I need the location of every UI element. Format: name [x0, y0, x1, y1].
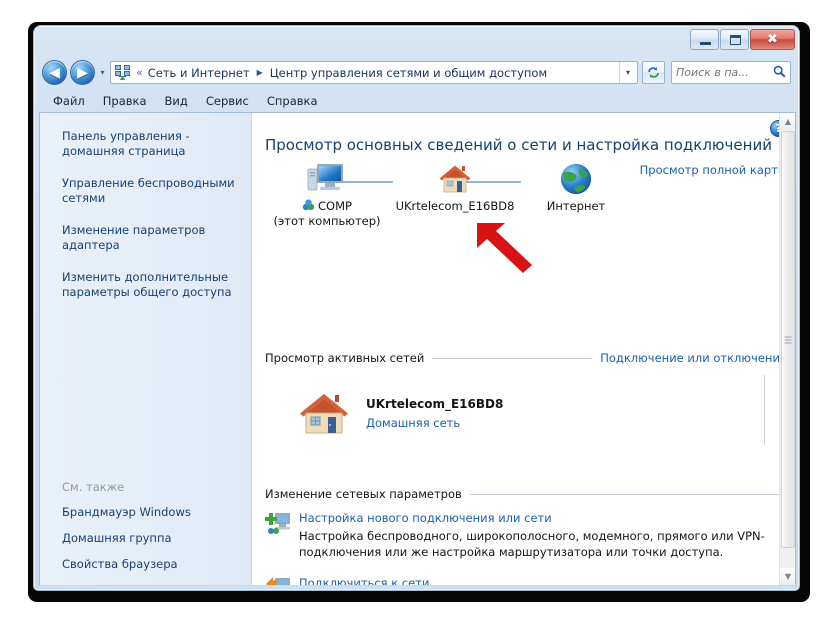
computer-node-label: COMP — [265, 199, 389, 214]
network-node-computer[interactable]: COMP (этот компьютер) — [265, 161, 389, 228]
menu-item-file[interactable]: Файл — [44, 92, 94, 110]
connect-network-icon — [265, 576, 291, 585]
active-network-item: UKrtelecom_E16BD8 Домашняя сеть — [297, 391, 503, 436]
breadcrumb-item-1[interactable]: Центр управления сетями и общим доступом — [270, 66, 547, 80]
heading-rule — [432, 357, 593, 359]
scroll-down-button[interactable]: ▼ — [780, 568, 795, 585]
back-arrow-icon: ◀ — [49, 64, 60, 81]
minimize-icon — [700, 42, 711, 45]
search-input[interactable] — [676, 66, 773, 79]
house-icon — [434, 161, 476, 197]
change-settings-heading: Изменение сетевых параметров — [265, 487, 462, 501]
navigation-bar: ◀ ▶ ▾ « Сеть и Интернет ▶ Центр управлен… — [34, 55, 799, 90]
main-content-pane: ? Просмотр основных сведений о сети и на… — [252, 113, 795, 585]
forward-button[interactable]: ▶ — [70, 60, 95, 85]
maximize-icon — [730, 35, 741, 45]
navigation-sidebar: Панель управления - домашняя страница Уп… — [40, 113, 252, 585]
see-also-title: См. также — [62, 480, 125, 494]
menu-item-view[interactable]: Вид — [156, 92, 197, 110]
vertical-scrollbar[interactable]: ▲ ▼ — [779, 113, 795, 585]
computer-icon — [306, 161, 348, 197]
active-networks-heading: Просмотр активных сетей — [265, 351, 425, 365]
view-full-map-link[interactable]: Просмотр полной карты — [640, 163, 787, 177]
active-network-name: UKrtelecom_E16BD8 — [366, 397, 504, 411]
forward-arrow-icon: ▶ — [77, 64, 88, 81]
scrollbar-thumb[interactable] — [781, 131, 795, 548]
address-bar[interactable]: « Сеть и Интернет ▶ Центр управления сет… — [110, 61, 638, 84]
back-button[interactable]: ◀ — [42, 60, 67, 85]
refresh-icon — [648, 67, 659, 78]
router-node-label: UKrtelecom_E16BD8 — [395, 199, 515, 213]
network-control-panel-icon — [114, 65, 131, 80]
scroll-up-button[interactable]: ▲ — [780, 113, 795, 130]
network-node-internet[interactable]: Интернет — [521, 161, 631, 213]
see-also-item-homegroup[interactable]: Домашняя группа — [62, 531, 242, 545]
breadcrumb: « Сеть и Интернет ▶ Центр управления сет… — [134, 66, 619, 80]
address-dropdown-icon[interactable]: ▾ — [619, 62, 636, 83]
close-icon: ✖ — [767, 32, 778, 47]
network-node-router[interactable]: UKrtelecom_E16BD8 — [393, 161, 517, 213]
see-also-item-internet-options[interactable]: Свойства браузера — [62, 557, 242, 571]
breadcrumb-overflow-icon[interactable]: « — [136, 66, 143, 79]
breadcrumb-item-0[interactable]: Сеть и Интернет — [148, 66, 250, 80]
sidebar-item-change-adapter-settings[interactable]: Изменение параметров адаптера — [62, 223, 237, 253]
client-area: Панель управления - домашняя страница Уп… — [39, 112, 796, 586]
minimize-button[interactable] — [690, 29, 719, 50]
maximize-button[interactable] — [720, 29, 749, 50]
search-box[interactable] — [671, 61, 791, 84]
search-icon — [773, 65, 786, 81]
heading-rule — [469, 493, 779, 495]
close-button[interactable]: ✖ — [750, 29, 795, 50]
change-settings-heading-row: Изменение сетевых параметров — [265, 487, 787, 501]
details-divider — [764, 375, 765, 445]
computer-node-sublabel: (этот компьютер) — [273, 214, 381, 228]
menu-item-edit[interactable]: Правка — [94, 92, 156, 110]
breadcrumb-separator-icon: ▶ — [256, 68, 263, 77]
network-tasks-list: Настройка нового подключения или сети На… — [265, 511, 789, 585]
task-body: Подключиться к сети Подключение или повт… — [299, 576, 789, 585]
active-network-type-link[interactable]: Домашняя сеть — [366, 416, 503, 430]
sidebar-item-control-panel-home[interactable]: Панель управления - домашняя страница — [62, 129, 237, 159]
menu-bar: Файл Правка Вид Сервис Справка — [34, 90, 799, 112]
sidebar-item-change-advanced-sharing-settings[interactable]: Изменить дополнительные параметры общего… — [62, 270, 237, 300]
task-desc-setup-new-connection: Настройка беспроводного, широкополосного… — [299, 529, 765, 559]
see-also-item-windows-firewall[interactable]: Брандмауэр Windows — [62, 505, 242, 519]
active-networks-heading-row: Просмотр активных сетей Подключение или … — [265, 351, 787, 365]
task-body: Настройка нового подключения или сети На… — [299, 511, 789, 560]
sidebar-item-manage-wireless-networks[interactable]: Управление беспроводными сетями — [62, 176, 237, 206]
task-setup-new-connection[interactable]: Настройка нового подключения или сети На… — [265, 511, 789, 560]
connect-or-disconnect-link[interactable]: Подключение или отключение — [600, 351, 787, 365]
active-network-text: UKrtelecom_E16BD8 Домашняя сеть — [366, 397, 503, 430]
see-also-section: См. также Брандмауэр Windows Домашняя гр… — [62, 480, 242, 573]
refresh-button[interactable] — [642, 61, 665, 84]
internet-node-label: Интернет — [546, 199, 606, 213]
title-bar: ✖ — [34, 26, 799, 55]
task-title-setup-new-connection[interactable]: Настройка нового подключения или сети — [299, 511, 789, 525]
task-title-connect-to-network[interactable]: Подключиться к сети — [299, 576, 789, 585]
recent-pages-button[interactable]: ▾ — [95, 63, 110, 83]
page-title: Просмотр основных сведений о сети и наст… — [265, 136, 772, 154]
new-connection-icon — [265, 511, 291, 535]
homegroup-small-icon — [302, 199, 315, 214]
explorer-window: ✖ ◀ ▶ ▾ « Сеть и Интернет ▶ Центр управл… — [33, 25, 800, 591]
menu-item-help[interactable]: Справка — [258, 92, 327, 110]
window-controls: ✖ — [689, 29, 795, 50]
scrollbar-grip-icon — [784, 336, 792, 343]
status-strip — [39, 585, 796, 588]
task-connect-to-network[interactable]: Подключиться к сети Подключение или повт… — [265, 576, 789, 585]
globe-icon — [555, 161, 597, 197]
home-network-house-icon — [297, 391, 352, 436]
menu-item-tools[interactable]: Сервис — [197, 92, 258, 110]
screenshot-root: ✖ ◀ ▶ ▾ « Сеть и Интернет ▶ Центр управл… — [0, 0, 832, 624]
